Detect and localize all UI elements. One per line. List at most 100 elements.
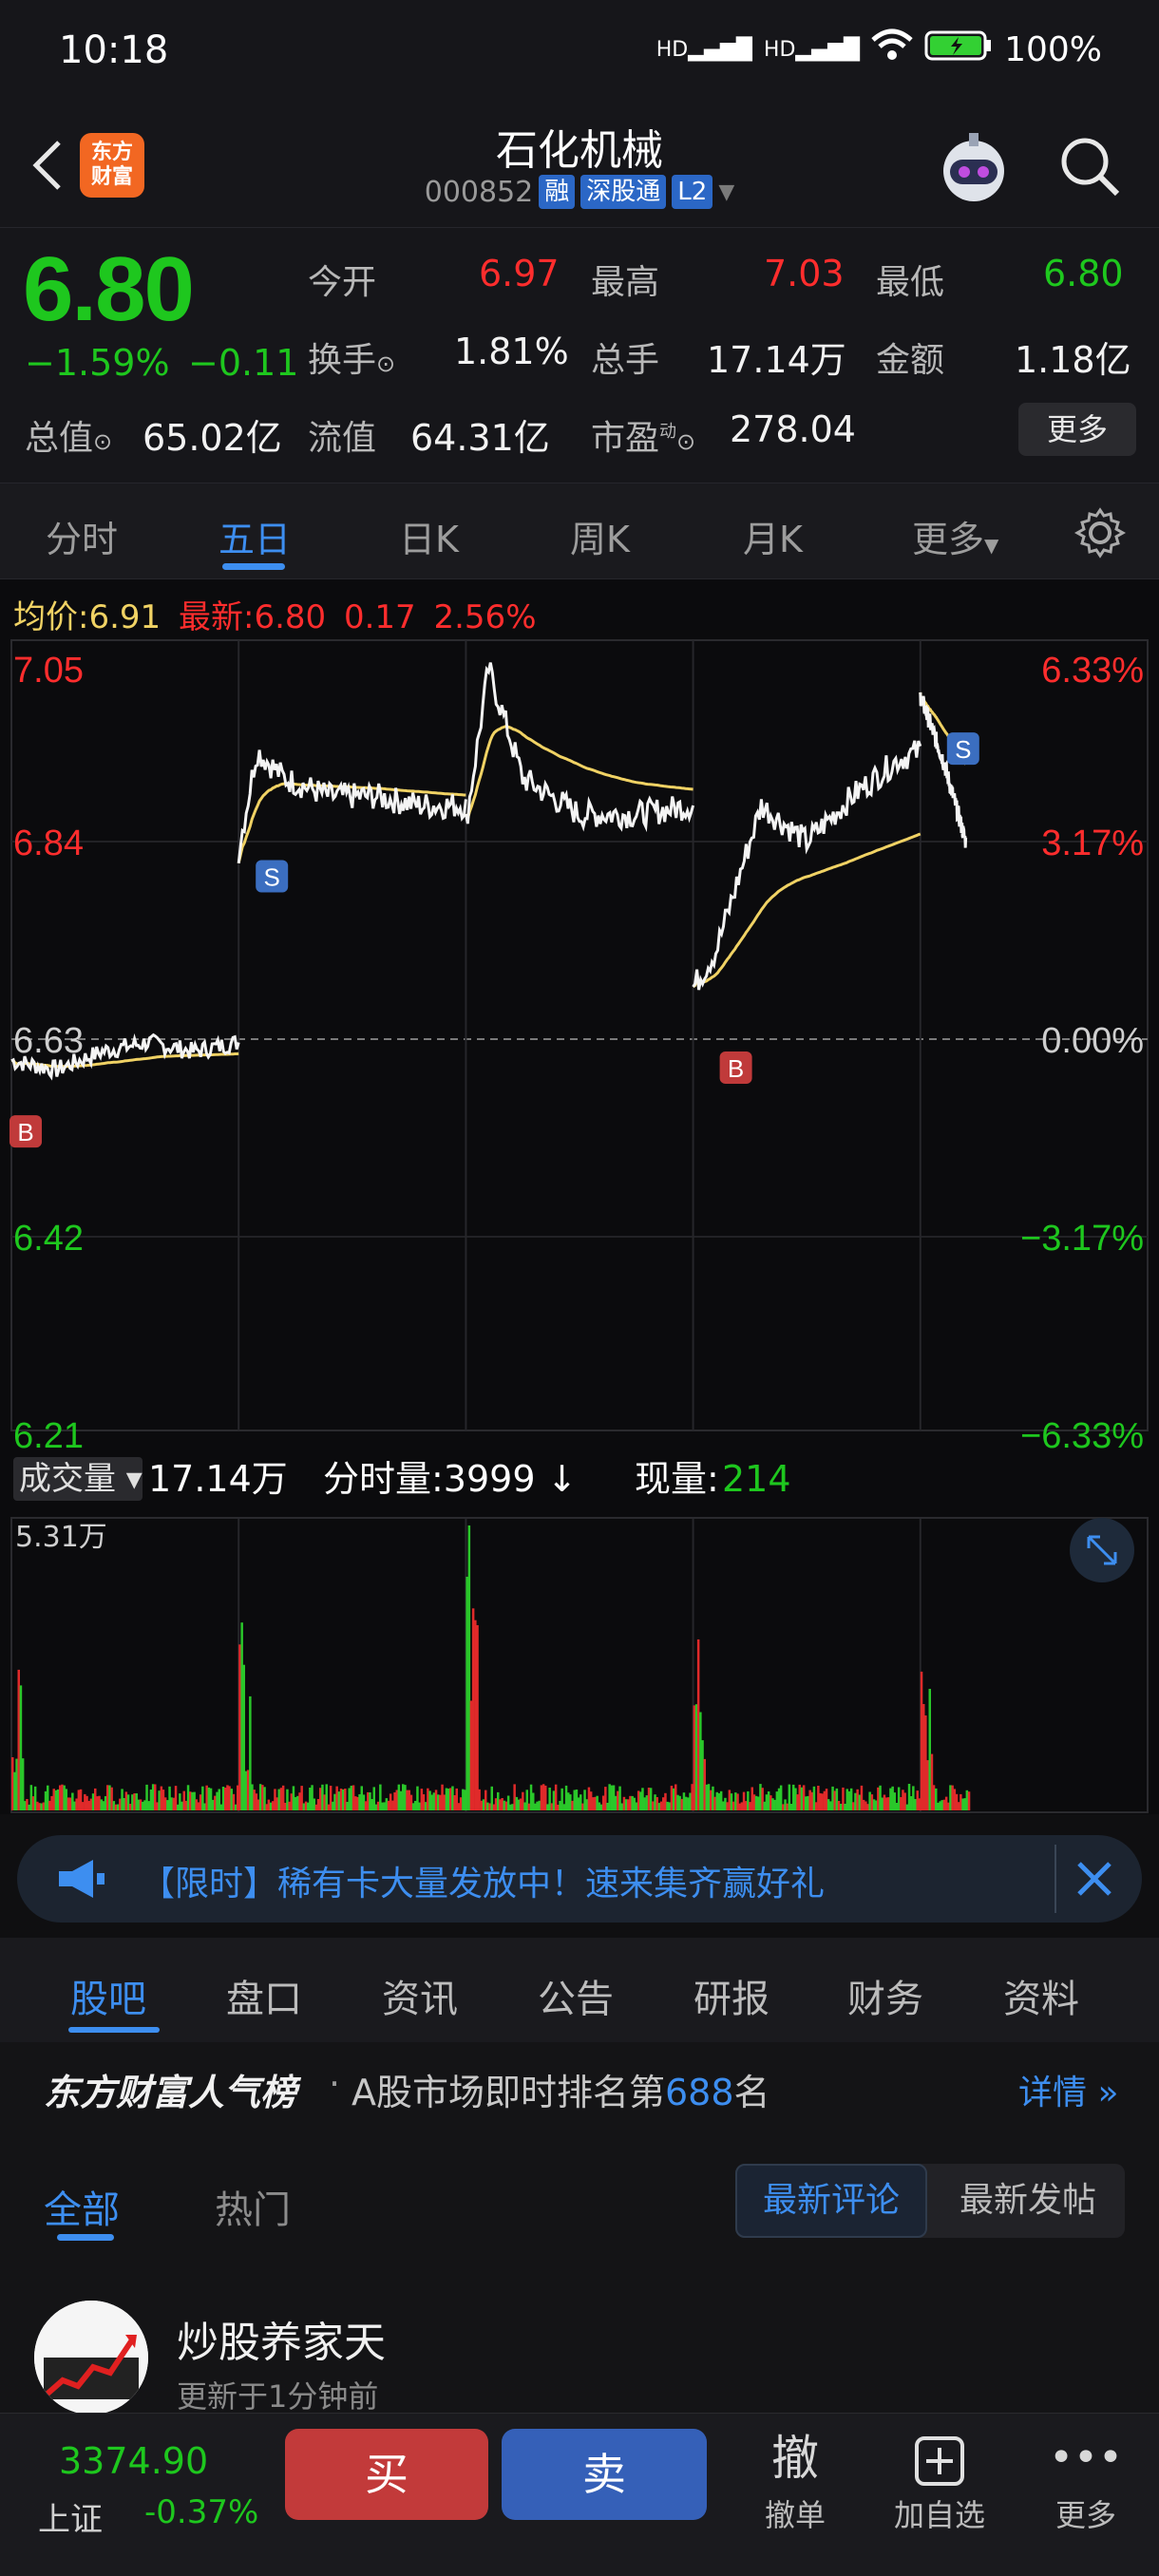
tab-daily-k[interactable]: 日K [399,510,459,562]
pe-label[interactable]: 市盈动⊙ [591,410,695,460]
volume-bar [909,1796,913,1810]
volume-bar [846,1789,848,1810]
volume-bar [269,1802,273,1810]
search-button[interactable] [1056,133,1132,209]
volume-bar [52,1789,55,1810]
tab-research[interactable]: 研报 [694,1968,770,2023]
volume-bar [277,1789,280,1810]
sort-latest-comment[interactable]: 最新评论 [735,2164,927,2238]
volume-bar [98,1795,101,1810]
chart-period-tabs: 分时 五日 日K 周K 月K 更多▼ [0,483,1159,579]
more-actions-button[interactable]: ••• 更多 [1024,2425,1148,2535]
popularity-rank-row[interactable]: 东方财富人气榜 · A股市场即时排名第688名 详情 » [0,2042,1159,2137]
y-right-tick: −6.33% [1020,1416,1144,1456]
volume-bar [91,1793,95,1810]
more-quote-button[interactable]: 更多 [1018,403,1136,456]
volume-bar [383,1802,386,1810]
index-name[interactable]: 上证 [38,2493,103,2540]
sort-latest-post[interactable]: 最新发帖 [931,2164,1125,2238]
tab-weekly-k[interactable]: 周K [570,510,630,562]
signal-icon: HD▂▄▆█ [656,38,752,62]
volume-bar [699,1712,702,1810]
tab-five-day[interactable]: 五日 [218,510,291,562]
volume-bar [31,1796,35,1810]
volume-bar [11,1757,14,1810]
volume-bar [544,1785,547,1810]
volume-bar [486,1802,489,1810]
sell-button[interactable]: 卖 [502,2429,707,2520]
five-day-chart[interactable]: 均价:6.91 最新:6.80 0.17 2.56% 7.05 6.84 6.63 6… [0,579,1159,1814]
volume-bar [652,1801,655,1810]
tab-news[interactable]: 资讯 [382,1968,458,2023]
volume-bar [564,1785,568,1810]
index-value[interactable]: 3374.90 [59,2440,208,2482]
high-value: 7.03 [764,253,845,294]
trade-marker-label: B [17,1118,33,1146]
volume-bar [620,1803,623,1810]
volume-bar [374,1804,378,1810]
volume-bar [710,1790,712,1810]
volume-bar [139,1799,142,1810]
volume-bar [251,1784,254,1810]
tab-monthly-k[interactable]: 月K [743,510,803,562]
close-banner-button[interactable] [1072,1856,1117,1905]
cancel-order-button[interactable]: 撤 撤单 [733,2425,857,2535]
volume-bar [459,1797,463,1810]
volume-bar [831,1786,834,1810]
volume-bar [237,1785,239,1810]
volume-bar [418,1802,421,1810]
volume-bar [771,1798,774,1810]
tab-more[interactable]: 更多▼ [912,510,998,562]
status-icons: HD▂▄▆█ HD▂▄▆█ 100% [656,28,1102,71]
volume-bar [276,1797,278,1810]
signal-icon-2: HD▂▄▆█ [763,38,861,62]
volume-bar [715,1791,718,1810]
volume-bar [926,1760,929,1810]
volume-bar [573,1790,576,1810]
volume-bar [951,1785,954,1810]
post-username[interactable]: 炒股养家天 [177,2308,386,2369]
sort-toggle: 最新评论 最新发帖 [735,2164,1125,2238]
volume-bar [763,1801,766,1810]
volume-bar [48,1800,51,1810]
rank-detail-link[interactable]: 详情 » [1018,2065,1118,2114]
volume-bar [949,1785,952,1810]
filter-indicator [57,2234,114,2241]
add-watchlist-button[interactable]: 加自选 [878,2425,1001,2535]
trade-bar: 3374.90 上证 -0.37% 买 卖 撤 撤单 加自选 ••• 更多 [0,2413,1159,2576]
assistant-robot-icon[interactable] [931,125,1016,211]
stock-header: 东方 财富 石化机械 000852 融 深股通 L2 ▼ [0,104,1159,228]
volume-bar [562,1804,566,1810]
volume-bar [750,1787,753,1810]
volume-bar [389,1793,392,1810]
tab-guba[interactable]: 股吧 [70,1968,146,2023]
volume-bar [56,1789,60,1810]
volume-bar [657,1803,661,1810]
volume-bar [754,1795,758,1810]
turnover-label[interactable]: 换手⊙ [308,332,395,382]
volume-bar [313,1798,315,1810]
volume-bar [854,1792,857,1810]
tab-finance[interactable]: 财务 [847,1968,923,2023]
add-box-icon [878,2425,1001,2491]
tab-announcements[interactable]: 公告 [538,1968,614,2023]
volume-bar [935,1788,938,1810]
volume-bar [805,1796,808,1810]
settings-button[interactable] [1074,506,1127,563]
mktcap-label[interactable]: 总值⊙ [25,410,112,460]
tab-intraday[interactable]: 分时 [46,510,118,562]
volume-bar [263,1787,266,1810]
volume-bar [261,1785,264,1810]
filter-hot[interactable]: 热门 [215,2179,291,2234]
filter-all[interactable]: 全部 [44,2179,120,2234]
volume-bar [773,1799,776,1810]
tab-profile[interactable]: 资料 [1003,1968,1079,2023]
promo-banner[interactable]: 【限时】稀有卡大量发放中！速来集齐赢好礼 [17,1835,1142,1923]
rank-title: 东方财富人气榜 [44,2072,297,2113]
pe-value: 278.04 [730,408,856,450]
buy-button[interactable]: 买 [285,2429,488,2520]
user-avatar[interactable] [34,2301,148,2415]
tab-pankou[interactable]: 盘口 [226,1968,302,2023]
volume-bar [583,1790,586,1810]
volume-bar [513,1784,516,1810]
